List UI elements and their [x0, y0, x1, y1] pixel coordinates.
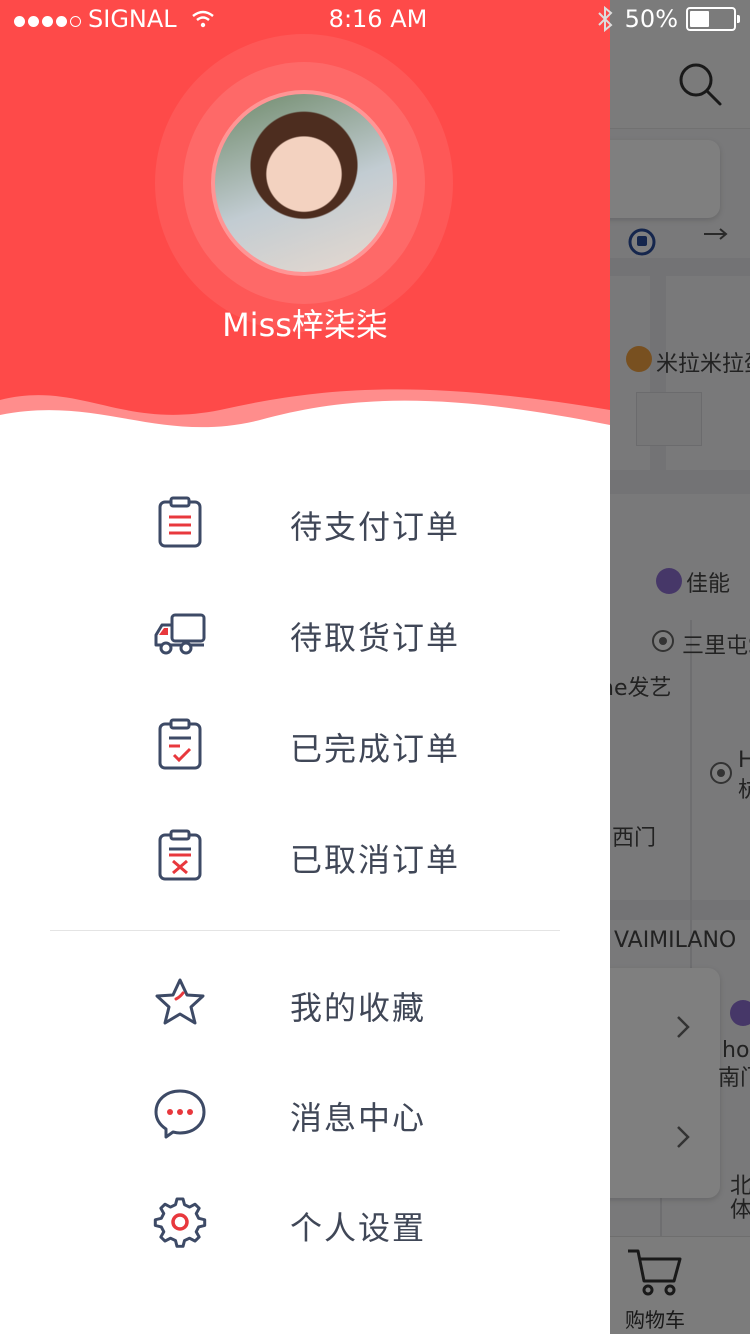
menu-item-messages[interactable]: 消息中心: [0, 1073, 610, 1153]
menu-item-favorites[interactable]: 我的收藏: [0, 963, 610, 1043]
menu-item-label: 待支付订单: [290, 508, 461, 546]
menu-item-label: 已取消订单: [290, 841, 461, 879]
delivery-truck-icon: [154, 613, 206, 655]
username[interactable]: Miss梓柒柒: [0, 300, 610, 346]
star-icon: [155, 978, 205, 1025]
menu-item-pending-payment[interactable]: 待支付订单: [0, 482, 610, 562]
menu-item-label: 消息中心: [290, 1099, 427, 1137]
clipboard-check-icon: [158, 718, 202, 770]
menu-item-label: 已完成订单: [290, 730, 461, 768]
menu-item-pending-pickup[interactable]: 待取货订单: [0, 593, 610, 673]
battery-icon: [686, 7, 740, 31]
side-drawer: Miss梓柒柒 待支付订单 待取货订单 已完成订单 已取消订单 我的收藏 消息中…: [0, 0, 610, 1334]
profile-header: Miss梓柒柒: [0, 0, 610, 440]
menu-divider: [50, 930, 560, 931]
header-wave-decoration: [0, 389, 610, 440]
menu-item-label: 个人设置: [290, 1209, 427, 1247]
bluetooth-icon: [597, 6, 613, 32]
menu-item-settings[interactable]: 个人设置: [0, 1183, 610, 1263]
battery-info: 50%: [597, 5, 740, 33]
avatar[interactable]: [211, 90, 397, 276]
menu-item-cancelled[interactable]: 已取消订单: [0, 815, 610, 895]
gear-icon: [153, 1197, 207, 1248]
clipboard-list-icon: [158, 496, 202, 548]
menu-item-label: 我的收藏: [290, 989, 427, 1027]
chat-bubble-icon: [154, 1089, 206, 1139]
menu-item-label: 待取货订单: [290, 619, 461, 657]
status-bar: SIGNAL 8:16 AM 50%: [0, 0, 750, 40]
menu-item-completed[interactable]: 已完成订单: [0, 704, 610, 784]
battery-percent: 50%: [624, 5, 678, 33]
clipboard-cancel-icon: [158, 829, 202, 881]
